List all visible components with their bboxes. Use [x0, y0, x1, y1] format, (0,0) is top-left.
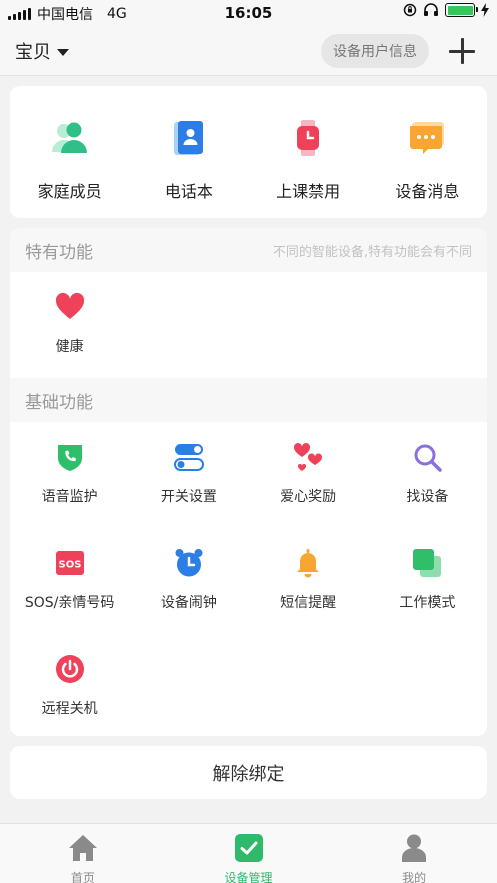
add-icon[interactable] — [449, 38, 475, 64]
family-members-button[interactable]: 家庭成员 — [10, 86, 129, 218]
section-title: 特有功能 — [25, 242, 93, 263]
device-selector[interactable]: 宝贝 — [15, 38, 69, 64]
device-message-icon — [407, 118, 447, 158]
switch-settings-button[interactable]: 开关设置 — [129, 422, 248, 528]
remote-shutdown-button[interactable]: 远程关机 — [10, 634, 129, 736]
header: 宝贝 设备用户信息 — [0, 26, 497, 76]
profile-icon — [399, 833, 429, 863]
function-label: 找设备 — [406, 489, 449, 505]
tab-label: 首页 — [70, 871, 95, 883]
charging-icon — [481, 3, 489, 17]
function-label: 远程关机 — [41, 701, 98, 717]
top-action-label: 设备消息 — [395, 182, 460, 201]
home-icon — [68, 833, 98, 863]
voice-monitor-shield-icon — [55, 442, 85, 472]
device-manage-check-icon — [234, 833, 264, 863]
hearts-reward-icon — [293, 442, 323, 472]
health-button[interactable]: 健康 — [10, 272, 129, 378]
switch-toggle-icon — [173, 442, 204, 472]
bottom-tab-bar: 首页 设备管理 我的 — [0, 823, 497, 883]
section-note: 不同的智能设备,特有功能会有不同 — [272, 244, 472, 260]
special-grid: 健康 — [10, 272, 487, 378]
family-member-icon — [50, 118, 90, 158]
status-bar: 中国电信 4G 16:05 — [0, 0, 497, 26]
function-label: 短信提醒 — [280, 595, 337, 611]
top-action-label: 家庭成员 — [37, 182, 102, 201]
headphones-icon — [423, 3, 439, 17]
rotation-lock-icon — [403, 3, 417, 17]
function-label: 语音监护 — [41, 489, 98, 505]
function-label: SOS/亲情号码 — [24, 595, 115, 611]
svg-text:SOS: SOS — [58, 560, 81, 571]
tab-mine[interactable]: 我的 — [331, 824, 497, 883]
sos-icon: SOS — [55, 548, 85, 578]
phonebook-icon — [169, 118, 209, 158]
function-label: 开关设置 — [160, 489, 217, 505]
heart-icon — [55, 292, 85, 322]
search-icon — [412, 442, 443, 472]
top-action-label: 电话本 — [164, 182, 213, 201]
functions-card: 特有功能 不同的智能设备,特有功能会有不同 健康 基础功能 语音监护 开关设置 … — [10, 228, 487, 736]
section-title: 基础功能 — [25, 392, 93, 413]
function-label: 设备闹钟 — [160, 595, 217, 611]
tab-label: 设备管理 — [224, 871, 273, 883]
function-label: 工作模式 — [399, 595, 456, 611]
alarm-clock-icon — [174, 548, 204, 578]
status-right — [403, 3, 489, 17]
love-reward-button[interactable]: 爱心奖励 — [249, 422, 368, 528]
phonebook-button[interactable]: 电话本 — [129, 86, 248, 218]
special-section-header: 特有功能 不同的智能设备,特有功能会有不同 — [10, 228, 487, 272]
device-alarm-button[interactable]: 设备闹钟 — [129, 528, 248, 634]
basic-section-header: 基础功能 — [10, 378, 487, 422]
top-action-label: 上课禁用 — [276, 182, 341, 201]
top-actions-card: 家庭成员 电话本 上课禁用 设备消息 — [10, 86, 487, 218]
function-label: 健康 — [55, 339, 84, 355]
class-disable-button[interactable]: 上课禁用 — [249, 86, 368, 218]
sms-reminder-button[interactable]: 短信提醒 — [249, 528, 368, 634]
sos-numbers-button[interactable]: SOS SOS/亲情号码 — [10, 528, 129, 634]
tab-home[interactable]: 首页 — [0, 824, 166, 883]
class-disable-watch-icon — [288, 118, 328, 158]
tab-label: 我的 — [402, 871, 427, 883]
basic-grid: 语音监护 开关设置 爱心奖励 找设备 SOS SOS/亲情号码 设备闹钟 短信提… — [10, 422, 487, 736]
unbind-button[interactable]: 解除绑定 — [10, 746, 487, 799]
function-label: 爱心奖励 — [280, 489, 337, 505]
power-icon — [55, 654, 85, 684]
work-mode-button[interactable]: 工作模式 — [368, 528, 487, 634]
device-user-info-button[interactable]: 设备用户信息 — [321, 34, 429, 68]
voice-monitor-button[interactable]: 语音监护 — [10, 422, 129, 528]
caret-down-icon — [57, 48, 69, 56]
find-device-button[interactable]: 找设备 — [368, 422, 487, 528]
bell-icon — [293, 548, 323, 578]
tab-device-management[interactable]: 设备管理 — [166, 824, 332, 883]
device-name: 宝贝 — [15, 42, 51, 63]
device-message-button[interactable]: 设备消息 — [368, 86, 487, 218]
battery-icon — [445, 3, 478, 17]
work-mode-icon — [412, 548, 442, 578]
